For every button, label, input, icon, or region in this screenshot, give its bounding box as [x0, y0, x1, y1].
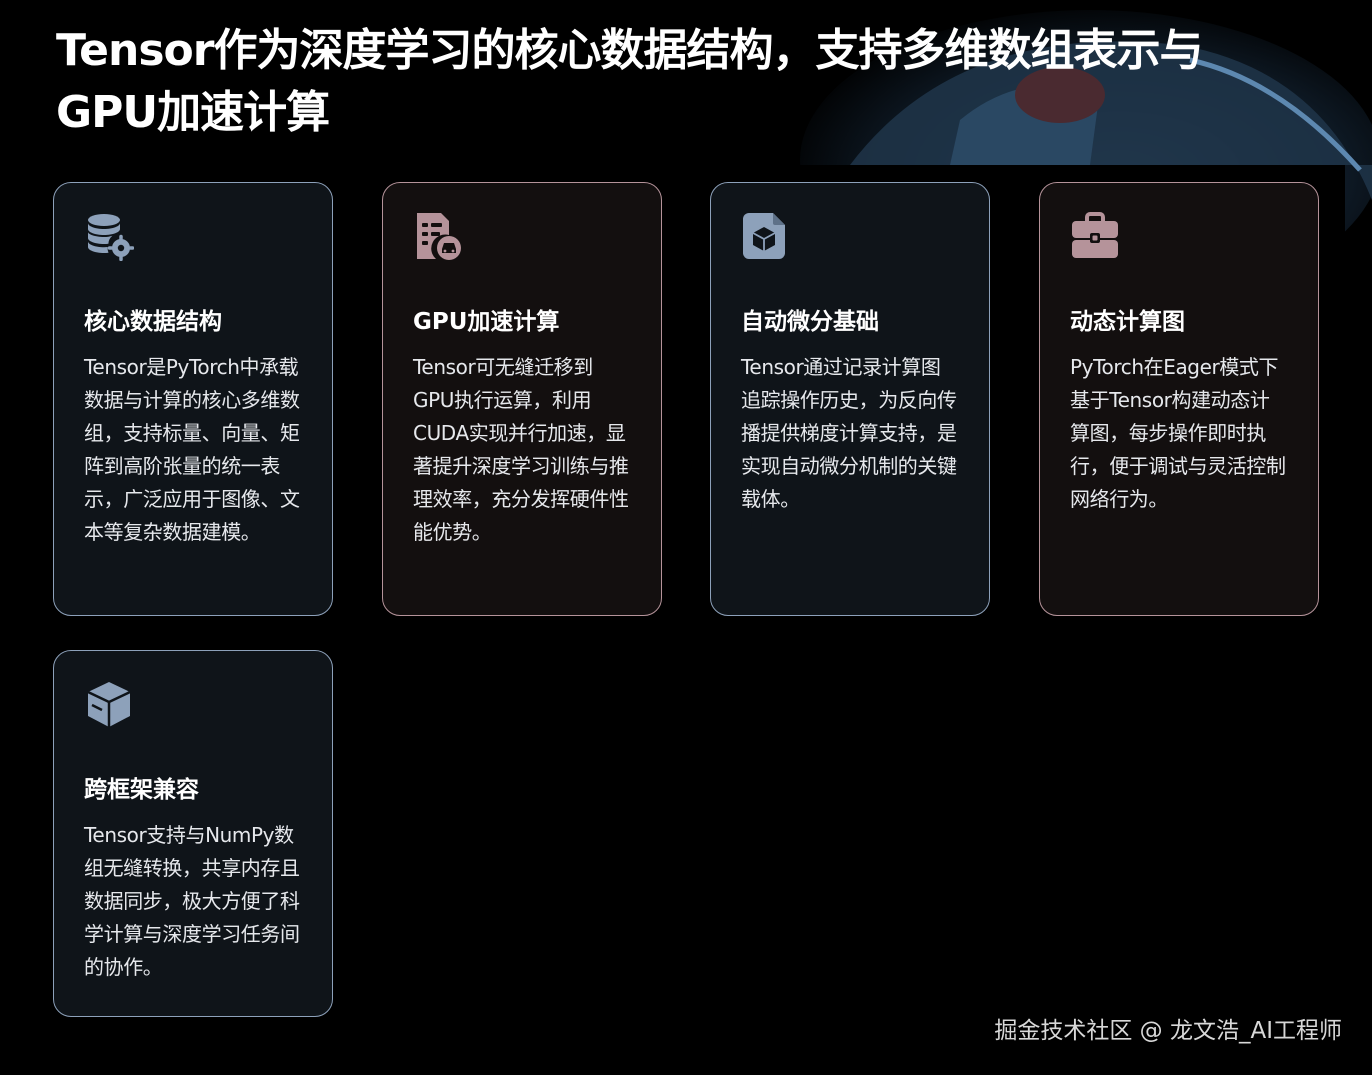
database-gear-icon [84, 211, 134, 261]
card-body: Tensor通过记录计算图追踪操作历史，为反向传播提供梯度计算支持，是实现自动微… [741, 355, 957, 511]
card-autograd: 自动微分基础 Tensor通过记录计算图追踪操作历史，为反向传播提供梯度计算支持… [710, 182, 990, 616]
card-dynamic-graph: 动态计算图 PyTorch在Eager模式下基于Tensor构建动态计算图，每步… [1039, 182, 1319, 616]
card-body: Tensor是PyTorch中承载数据与计算的核心多维数组，支持标量、向量、矩阵… [84, 355, 300, 544]
card-title: 跨框架兼容 [84, 777, 199, 803]
card-title: 动态计算图 [1070, 309, 1185, 335]
card-core-data-structure: 核心数据结构 Tensor是PyTorch中承载数据与计算的核心多维数组，支持标… [53, 182, 333, 616]
card-gpu-acceleration: GPU加速计算 Tensor可无缝迁移到GPU执行运算，利用CUDA实现并行加速… [382, 182, 662, 616]
card-body: Tensor支持与NumPy数组无缝转换，共享内存且数据同步，极大方便了科学计算… [84, 823, 300, 979]
toolbox-icon [1070, 211, 1120, 261]
box-icon [84, 679, 134, 729]
card-title: GPU加速计算 [413, 309, 560, 335]
card-body: PyTorch在Eager模式下基于Tensor构建动态计算图，每步操作即时执行… [1070, 355, 1286, 511]
card-title: 自动微分基础 [741, 309, 879, 335]
page-title: Tensor作为深度学习的核心数据结构，支持多维数组表示与 GPU加速计算 [56, 20, 1296, 144]
card-title: 核心数据结构 [84, 309, 222, 335]
page-title-line1: Tensor作为深度学习的核心数据结构，支持多维数组表示与 [56, 25, 1203, 76]
page-title-line2: GPU加速计算 [56, 87, 330, 138]
file-cube-icon [741, 211, 791, 261]
card-body: Tensor可无缝迁移到GPU执行运算，利用CUDA实现并行加速，显著提升深度学… [413, 355, 629, 544]
watermark: 掘金技术社区 @ 龙文浩_AI工程师 [994, 1018, 1342, 1044]
card-cross-framework: 跨框架兼容 Tensor支持与NumPy数组无缝转换，共享内存且数据同步，极大方… [53, 650, 333, 1017]
file-car-icon [413, 211, 463, 261]
